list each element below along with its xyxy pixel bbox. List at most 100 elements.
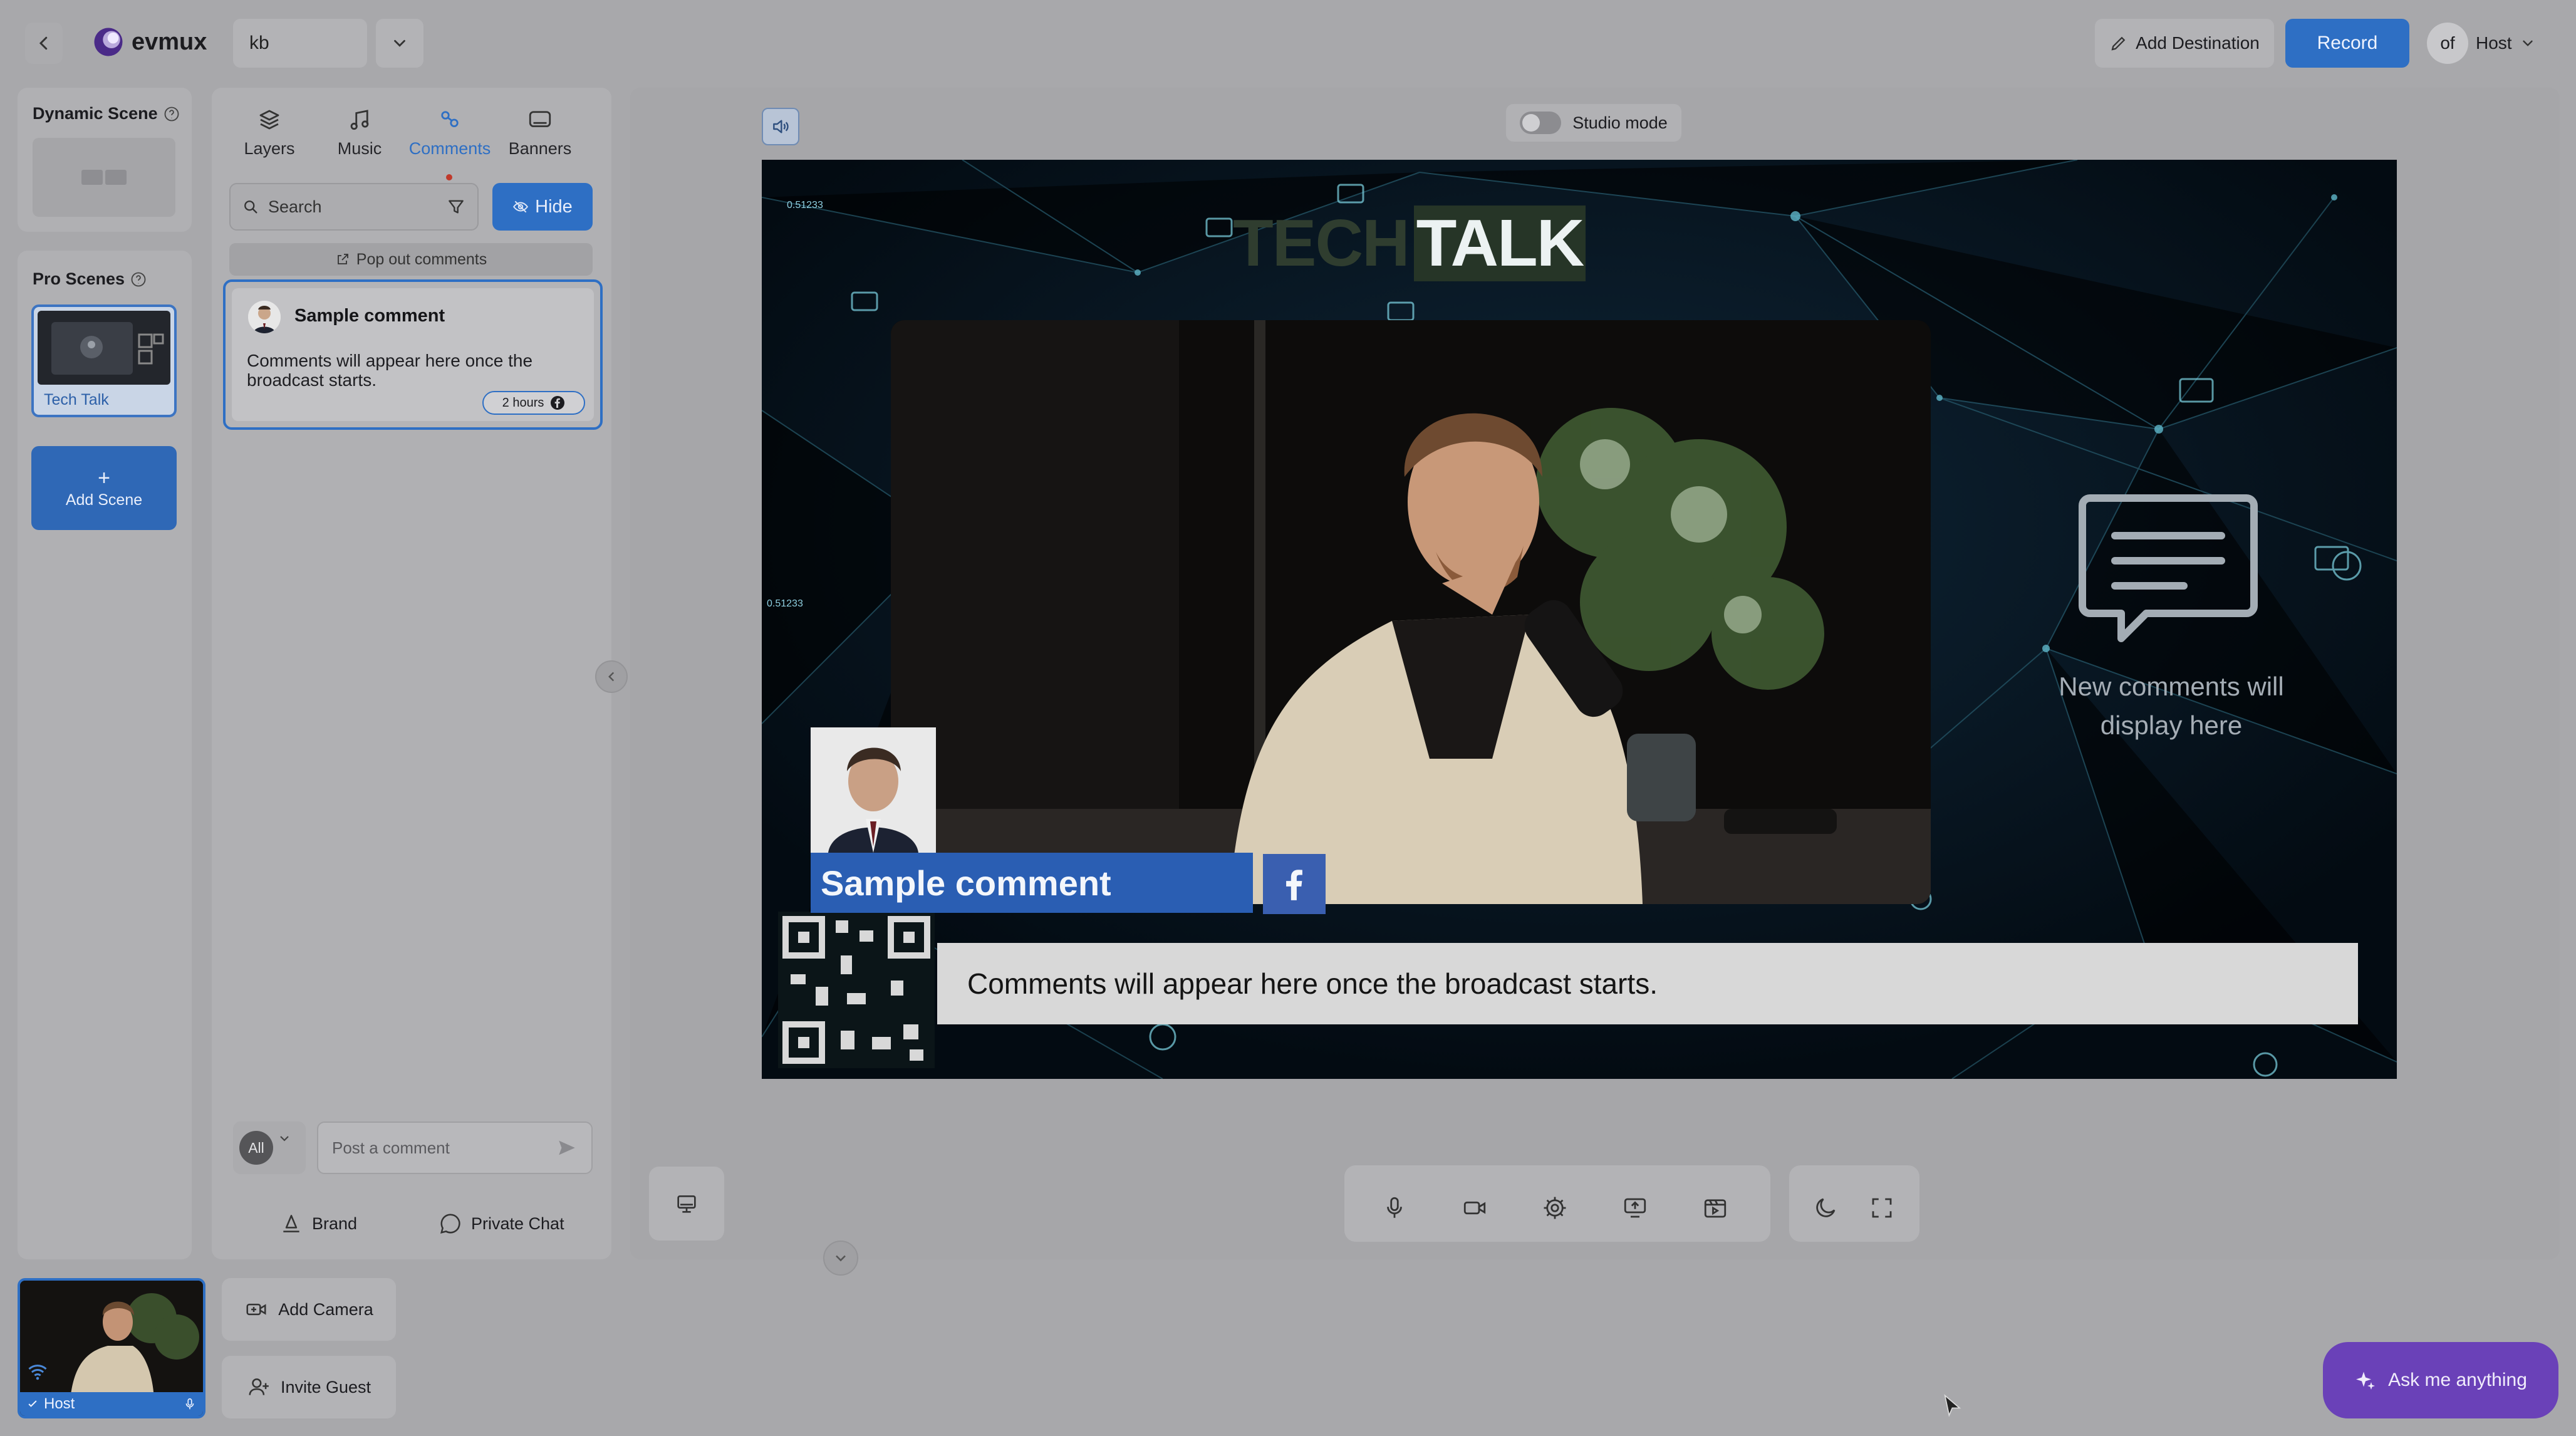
layout-icon <box>81 170 127 185</box>
invite-guest-button[interactable]: Invite Guest <box>222 1356 396 1418</box>
screen-share-icon <box>1624 1198 1646 1218</box>
overlay-comment-avatar <box>811 727 936 853</box>
camera-button[interactable] <box>1456 1189 1493 1227</box>
add-scene-button[interactable]: + Add Scene <box>31 446 177 530</box>
tab-comments[interactable]: Comments <box>406 107 494 180</box>
help-icon[interactable] <box>130 271 147 288</box>
private-chat-button[interactable]: Private Chat <box>439 1212 564 1236</box>
add-destination-button[interactable]: Add Destination <box>2095 19 2274 68</box>
add-camera-button[interactable]: Add Camera <box>222 1278 396 1341</box>
toggle-switch <box>1520 112 1562 134</box>
help-icon[interactable] <box>163 105 180 123</box>
back-button[interactable] <box>25 23 63 64</box>
collapse-panel-button[interactable] <box>595 660 628 693</box>
filter-icon[interactable] <box>446 197 466 217</box>
app-logo: evmux <box>93 26 207 58</box>
studio-mode-toggle[interactable]: Studio mode <box>1506 104 1681 142</box>
title-part-2: TALK <box>1413 205 1586 281</box>
camera-video-feed <box>891 320 1931 904</box>
host-menu[interactable]: of Host <box>2427 19 2552 68</box>
microphone-icon[interactable] <box>183 1397 197 1411</box>
music-icon <box>350 110 369 130</box>
person-avatar-icon <box>248 301 281 333</box>
pro-scenes-section: Pro Scenes Tech Talk + Add Scene <box>18 251 192 1259</box>
overlay-comment-name-bar: Sample comment <box>811 853 1253 913</box>
wifi-signal-icon <box>28 1365 47 1380</box>
gear-icon <box>1544 1197 1566 1219</box>
side-panel: Layers Music Comments Banners Search Hid… <box>212 88 611 1259</box>
share-screen-button[interactable] <box>1616 1189 1654 1227</box>
settings-button[interactable] <box>1536 1189 1574 1227</box>
eye-off-icon <box>513 200 529 213</box>
ask-me-anything-button[interactable]: Ask me anything <box>2323 1342 2558 1418</box>
stage-audio-button[interactable] <box>762 108 799 145</box>
pop-out-comments-button[interactable]: Pop out comments <box>229 243 593 276</box>
scene-label: Tech Talk <box>44 391 109 408</box>
layout-selector-button[interactable] <box>649 1167 724 1241</box>
tab-banners[interactable]: Banners <box>496 107 584 159</box>
monitor-icon <box>677 1195 696 1213</box>
hide-comments-button[interactable]: Hide <box>492 183 593 231</box>
title-part-1: TECH <box>1233 206 1410 280</box>
record-label: Record <box>2317 33 2378 53</box>
comment-filter-select[interactable]: All <box>233 1121 306 1174</box>
comment-author: Sample comment <box>294 306 445 326</box>
fullscreen-button[interactable] <box>1863 1189 1901 1227</box>
active-tab-indicator <box>446 174 452 180</box>
scene-thumbnail <box>38 311 170 385</box>
stage-small-label: 0.51233 <box>787 200 823 211</box>
chevron-left-icon <box>39 36 48 50</box>
search-icon <box>244 200 257 214</box>
expand-tray-button[interactable] <box>823 1241 858 1276</box>
record-button[interactable]: Record <box>2285 19 2409 68</box>
add-camera-icon <box>246 1303 266 1316</box>
evmux-logo-icon <box>94 28 123 56</box>
host-video-frame <box>891 320 1931 904</box>
search-placeholder: Search <box>268 197 322 216</box>
overlay-comment-text: Comments will appear here once the broad… <box>967 967 1658 1000</box>
dynamic-scene-thumbnail[interactable] <box>33 138 175 217</box>
check-icon <box>28 1400 37 1407</box>
microphone-button[interactable] <box>1376 1189 1413 1227</box>
brand-button[interactable]: Brand <box>279 1212 357 1236</box>
host-tile-footer: Host <box>20 1392 203 1416</box>
comment-time: 2 hours <box>502 395 544 410</box>
tab-layers[interactable]: Layers <box>226 107 313 159</box>
comment-text: Comments will appear here once the broad… <box>247 351 533 390</box>
plus-icon: + <box>98 466 110 490</box>
comment-card[interactable]: Sample comment Comments will appear here… <box>223 279 603 430</box>
comment-search-input[interactable]: Search <box>229 183 479 231</box>
add-scene-label: Add Scene <box>65 491 143 509</box>
add-destination-label: Add Destination <box>2136 33 2260 53</box>
host-tile-label: Host <box>44 1395 75 1412</box>
stage-small-label: 0.51233 <box>767 598 803 609</box>
comments-icon <box>441 111 459 127</box>
filter-all-badge: All <box>239 1131 273 1165</box>
pro-scenes-title: Pro Scenes <box>33 269 125 288</box>
media-icon <box>1704 1199 1727 1218</box>
logo-text: evmux <box>132 28 207 55</box>
post-comment-input[interactable]: Post a comment <box>317 1121 593 1174</box>
studio-name-field[interactable]: kb <box>233 19 367 68</box>
overlay-comment-text-bar: Comments will appear here once the broad… <box>937 943 2358 1024</box>
comment-meta-badge: 2 hours <box>482 391 585 415</box>
send-icon[interactable] <box>556 1137 578 1158</box>
add-user-icon <box>249 1378 269 1395</box>
scene-card-tech-talk[interactable]: Tech Talk <box>31 304 177 417</box>
chevron-down-icon <box>394 39 405 47</box>
video-camera-icon <box>1463 1201 1486 1215</box>
comments-placeholder-text: New comments will display here <box>2059 672 2284 740</box>
host-avatar: of <box>2427 23 2468 64</box>
studio-dropdown-button[interactable] <box>376 19 423 68</box>
fullscreen-icon <box>1872 1198 1892 1218</box>
host-camera-tile[interactable]: Host <box>18 1278 205 1418</box>
tab-music[interactable]: Music <box>316 107 403 159</box>
overlay-comment-author: Sample comment <box>821 863 1111 903</box>
dark-mode-button[interactable] <box>1807 1189 1844 1227</box>
chevron-down-icon <box>836 1255 846 1262</box>
comment-placeholder-icon <box>2079 494 2258 642</box>
view-controls-bar <box>1789 1165 1919 1242</box>
banners-icon <box>529 111 551 127</box>
chevron-left-icon <box>608 672 615 682</box>
media-library-button[interactable] <box>1696 1189 1734 1227</box>
